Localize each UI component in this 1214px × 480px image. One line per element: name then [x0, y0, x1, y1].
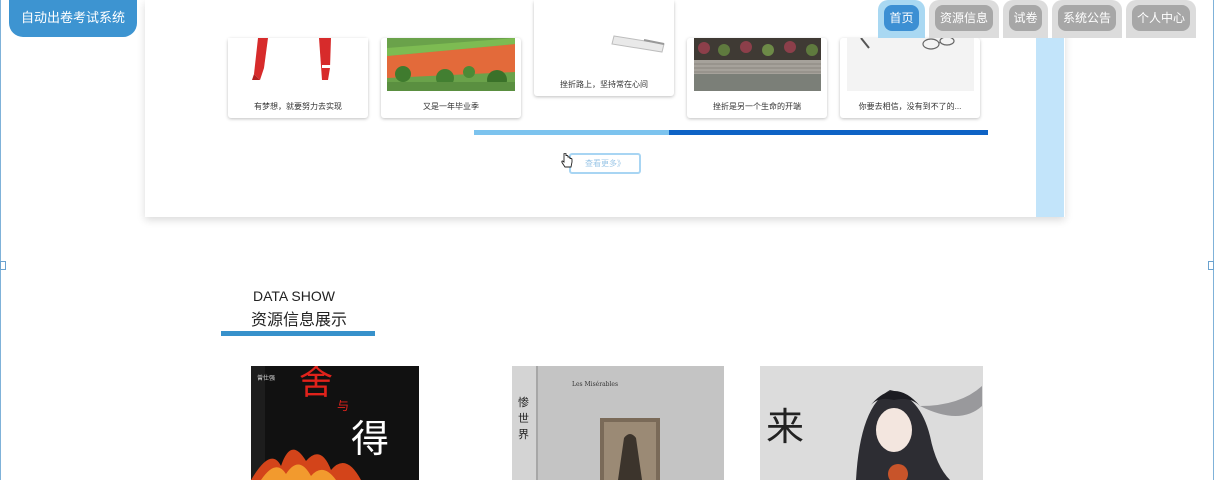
- section-title-en: DATA SHOW: [253, 288, 335, 304]
- nav-item-papers[interactable]: 试卷: [1003, 0, 1048, 38]
- carousel-item[interactable]: 又是一年毕业季: [381, 38, 521, 118]
- carousel-progress-fill[interactable]: [669, 130, 988, 135]
- book-title-glyph: 界: [518, 428, 529, 441]
- book-title-glyph: 惨: [518, 395, 529, 409]
- nav-item-label: 试卷: [1009, 5, 1042, 31]
- nav-item-announcements[interactable]: 系统公告: [1052, 0, 1122, 38]
- red-pencils-image: [228, 38, 368, 88]
- resize-handle-left[interactable]: [0, 261, 6, 270]
- glasses-image: [847, 38, 974, 91]
- book-title-glyph: 舍: [299, 366, 333, 403]
- carousel-progress-track[interactable]: [474, 130, 669, 135]
- hand-cursor-icon: [561, 153, 573, 168]
- section-title-underline: [221, 331, 375, 336]
- book-author: 曾仕强: [257, 374, 275, 382]
- garden-image: [694, 38, 821, 91]
- view-more-button[interactable]: 查看更多》: [569, 153, 641, 174]
- section-title-cn: 资源信息展示: [251, 312, 348, 329]
- book-card[interactable]: 来: [760, 366, 983, 480]
- notebook-image: [534, 0, 674, 60]
- book-subtitle: Les Misérables: [572, 381, 618, 388]
- nav-item-label: 个人中心: [1132, 5, 1190, 31]
- nav-item-label: 首页: [884, 5, 919, 31]
- nav-item-profile[interactable]: 个人中心: [1126, 0, 1196, 38]
- page-frame-left: [0, 0, 1, 480]
- book-title-glyph: 来: [766, 405, 804, 449]
- carousel-caption: 挫折是另一个生命的开端: [713, 102, 801, 111]
- book-card[interactable]: 惨 世 界 Les Misérables: [512, 366, 724, 480]
- nav-item-label: 资源信息: [935, 5, 993, 31]
- carousel-item[interactable]: 挫折是另一个生命的开端: [687, 38, 827, 118]
- nav-item-home[interactable]: 首页: [878, 0, 925, 38]
- carousel-item[interactable]: 有梦想，就要努力去实现: [228, 38, 368, 118]
- carousel-caption: 挫折路上，坚持常在心间: [560, 80, 648, 89]
- nav-item-resources[interactable]: 资源信息: [929, 0, 999, 38]
- campus-image: [387, 38, 515, 91]
- app-logo[interactable]: 自动出卷考试系统: [9, 0, 137, 37]
- nav-item-label: 系统公告: [1058, 5, 1116, 31]
- book-card[interactable]: 曾仕强 舍 与 得: [251, 366, 419, 480]
- book-title-glyph: 与: [337, 399, 349, 413]
- book-title-glyph: 得: [351, 417, 389, 461]
- resize-handle-right[interactable]: [1208, 261, 1214, 270]
- carousel-item[interactable]: 挫折路上，坚持常在心间: [534, 0, 674, 96]
- carousel-caption: 你要去相信，没有到不了的...: [858, 102, 962, 111]
- carousel-caption: 有梦想，就要努力去实现: [254, 102, 342, 111]
- carousel-side-rail: [1036, 38, 1064, 217]
- carousel-item[interactable]: 你要去相信，没有到不了的...: [840, 38, 980, 118]
- carousel-caption: 又是一年毕业季: [423, 102, 479, 111]
- book-title-glyph: 世: [518, 412, 529, 425]
- top-nav: 首页 资源信息 试卷 系统公告 个人中心: [878, 0, 1200, 38]
